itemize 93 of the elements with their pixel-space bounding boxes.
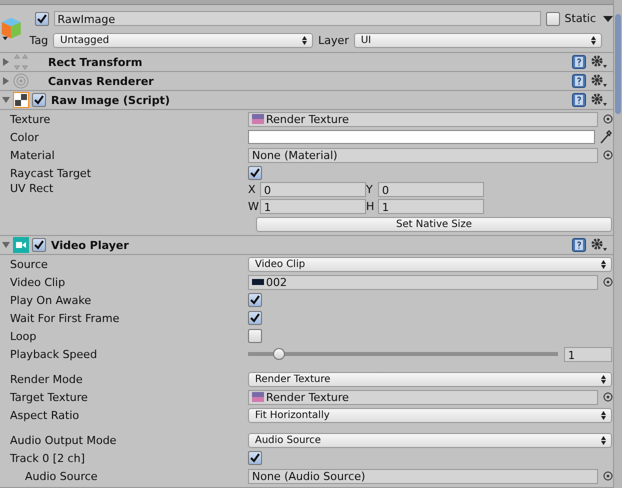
- field-label: Raycast Target: [9, 166, 92, 180]
- object-picker-icon[interactable]: [603, 277, 613, 287]
- component-header[interactable]: Video Player: [0, 236, 613, 255]
- number-field[interactable]: 1: [564, 346, 612, 362]
- field-label: Play On Awake: [9, 294, 92, 306]
- layer-label: Layer: [318, 34, 349, 47]
- settings-icon[interactable]: [591, 74, 607, 88]
- field-label: Audio Source: [24, 470, 99, 482]
- axis-label: X: [248, 183, 257, 196]
- clip-thumbnail-icon: [252, 279, 264, 285]
- foldout-arrow-icon[interactable]: [2, 58, 10, 66]
- foldout-arrow-icon[interactable]: [2, 96, 10, 104]
- help-icon[interactable]: [572, 74, 586, 88]
- up-down-arrows-icon: [601, 260, 606, 268]
- texture-icon: [252, 114, 264, 124]
- settings-icon[interactable]: [591, 93, 607, 107]
- up-down-arrows-icon: [601, 436, 606, 444]
- camera-icon: [13, 237, 29, 253]
- checker-icon: [13, 92, 29, 108]
- field-label: Color: [9, 130, 40, 144]
- help-icon[interactable]: [572, 93, 586, 107]
- checkbox[interactable]: [248, 293, 262, 307]
- component-header[interactable]: Raw Image (Script): [0, 91, 613, 110]
- object-field[interactable]: None (Material): [248, 148, 598, 162]
- target-icon: [13, 73, 29, 89]
- tag-dropdown[interactable]: Untagged: [53, 33, 314, 48]
- dropdown[interactable]: Render Texture: [248, 372, 612, 386]
- object-field[interactable]: 002: [248, 274, 598, 290]
- number-field[interactable]: 1: [260, 199, 366, 214]
- checkbox[interactable]: [248, 329, 262, 343]
- axis-label: H: [366, 200, 376, 213]
- field-label: Target Texture: [9, 390, 89, 404]
- foldout-arrow-icon[interactable]: [2, 77, 10, 85]
- dropdown[interactable]: Fit Horizontally: [248, 408, 612, 422]
- scrollbar[interactable]: [613, 0, 622, 488]
- object-field[interactable]: Render Texture: [248, 390, 598, 404]
- checkbox[interactable]: [248, 311, 262, 325]
- field-label: Render Mode: [9, 372, 84, 386]
- field-label: Loop: [9, 330, 38, 342]
- static-checkbox[interactable]: [546, 12, 560, 26]
- up-down-arrows-icon: [590, 36, 596, 45]
- help-icon[interactable]: [572, 55, 586, 69]
- field-label: Material: [9, 148, 56, 162]
- up-down-arrows-icon: [302, 36, 308, 45]
- field-label: Playback Speed: [9, 348, 98, 360]
- object-picker-icon[interactable]: [603, 471, 613, 481]
- component-title: Raw Image (Script): [51, 94, 171, 106]
- object-field[interactable]: Render Texture: [248, 112, 598, 126]
- object-picker-icon[interactable]: [603, 150, 613, 160]
- axis-label: Y: [366, 183, 374, 196]
- field-label: Audio Output Mode: [9, 434, 118, 446]
- color-field[interactable]: [248, 130, 595, 144]
- component-header[interactable]: Canvas Renderer: [0, 72, 613, 91]
- name-field[interactable]: RawImage: [54, 11, 541, 26]
- layer-dropdown[interactable]: UI: [354, 33, 602, 48]
- static-label: Static: [564, 12, 596, 25]
- enabled-checkbox[interactable]: [32, 93, 46, 107]
- tag-label: Tag: [30, 34, 48, 47]
- foldout-arrow-icon[interactable]: [2, 241, 10, 249]
- component-title: Rect Transform: [48, 56, 144, 68]
- dropdown[interactable]: Audio Source: [248, 432, 612, 448]
- up-down-arrows-icon: [601, 374, 606, 384]
- caret-icon[interactable]: [603, 16, 613, 22]
- settings-icon[interactable]: [591, 238, 607, 252]
- texture-icon: [252, 392, 264, 402]
- checkbox[interactable]: [248, 166, 262, 180]
- help-icon[interactable]: [572, 238, 586, 252]
- component-title: Video Player: [51, 238, 130, 252]
- field-label: Video Clip: [9, 276, 66, 288]
- component-title: Canvas Renderer: [48, 74, 155, 88]
- number-field[interactable]: 1: [378, 199, 484, 214]
- number-field[interactable]: 0: [378, 182, 484, 197]
- field-label: UV Rect: [9, 182, 54, 195]
- object-field[interactable]: None (Audio Source): [248, 468, 598, 484]
- up-down-arrows-icon: [601, 410, 606, 420]
- field-label: Aspect Ratio: [9, 408, 80, 422]
- enabled-checkbox[interactable]: [32, 238, 46, 252]
- component-header[interactable]: Rect Transform: [0, 53, 613, 72]
- active-checkbox[interactable]: [34, 12, 49, 26]
- settings-icon[interactable]: [591, 55, 607, 69]
- set-native-size-button[interactable]: Set Native Size: [256, 216, 612, 232]
- number-field[interactable]: 0: [260, 182, 366, 197]
- eyedropper-icon[interactable]: [600, 130, 612, 144]
- field-label: Track 0 [2 ch]: [9, 452, 86, 464]
- field-label: Source: [9, 258, 49, 270]
- field-label: Wait For First Frame: [9, 312, 120, 324]
- checkbox[interactable]: [248, 451, 262, 465]
- dropdown[interactable]: Video Clip: [248, 256, 612, 272]
- object-picker-icon[interactable]: [603, 114, 613, 124]
- object-picker-icon[interactable]: [603, 392, 613, 402]
- field-label: Texture: [9, 112, 52, 126]
- slider-handle[interactable]: [273, 348, 285, 360]
- axis-label: W: [248, 200, 260, 213]
